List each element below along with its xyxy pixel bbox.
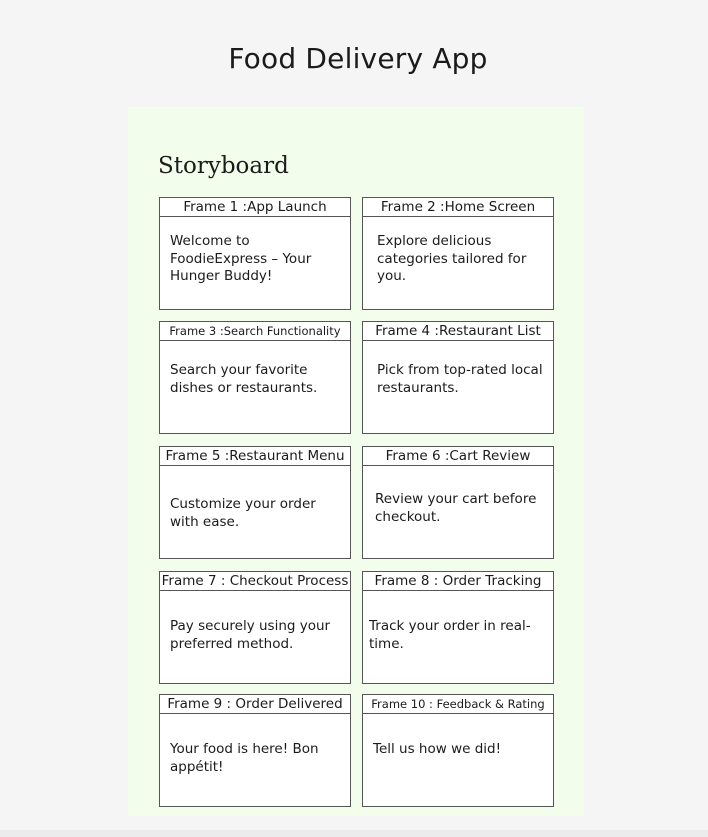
storyboard-frame-2: Frame 2 :Home Screen Explore delicious c… [362,197,554,310]
frame-description: Search your favorite dishes or restauran… [170,362,318,396]
storyboard-frame-6: Frame 6 :Cart Review Review your cart be… [362,446,554,559]
frame-description: Track your order in real-time. [369,618,531,652]
storyboard-frame-4: Frame 4 :Restaurant List Pick from top-r… [362,321,554,434]
storyboard-panel: Storyboard Frame 1 :App Launch Welcome t… [128,107,584,816]
frame-header: Frame 2 :Home Screen [363,198,553,217]
frame-description: Pick from top-rated local restaurants. [377,362,543,396]
frame-description: Pay securely using your preferred method… [170,618,331,652]
storyboard-frame-1: Frame 1 :App Launch Welcome to FoodieExp… [159,197,351,310]
frame-header: Frame 4 :Restaurant List [363,322,553,341]
frame-header: Frame 10 : Feedback & Rating [363,695,553,714]
frame-description: Review your cart before checkout. [375,491,537,525]
page-title: Food Delivery App [228,42,488,75]
frame-header: Frame 5 :Restaurant Menu [160,447,350,466]
frame-description: Welcome to FoodieExpress – Your Hunger B… [170,233,312,284]
storyboard-frame-9: Frame 9 : Order Delivered Your food is h… [159,694,351,807]
frame-header: Frame 9 : Order Delivered [160,695,350,714]
frame-description: Customize your order with ease. [170,496,316,530]
frame-description: Tell us how we did! [373,741,502,757]
frame-header: Frame 7 : Checkout Process [160,572,350,591]
frame-description: Your food is here! Bon appétit! [170,741,319,775]
bottom-divider [0,830,708,837]
frame-header: Frame 8 : Order Tracking [363,572,553,591]
storyboard-frame-5: Frame 5 :Restaurant Menu Customize your … [159,446,351,559]
storyboard-frame-7: Frame 7 : Checkout Process Pay securely … [159,571,351,684]
frame-description: Explore delicious categories tailored fo… [377,233,527,284]
storyboard-frame-10: Frame 10 : Feedback & Rating Tell us how… [362,694,554,807]
frame-header: Frame 6 :Cart Review [363,447,553,466]
storyboard-heading: Storyboard [158,153,289,179]
frame-header: Frame 3 :Search Functionality [160,322,350,341]
storyboard-frame-3: Frame 3 :Search Functionality Search you… [159,321,351,434]
storyboard-frame-8: Frame 8 : Order Tracking Track your orde… [362,571,554,684]
frame-header: Frame 1 :App Launch [160,198,350,217]
